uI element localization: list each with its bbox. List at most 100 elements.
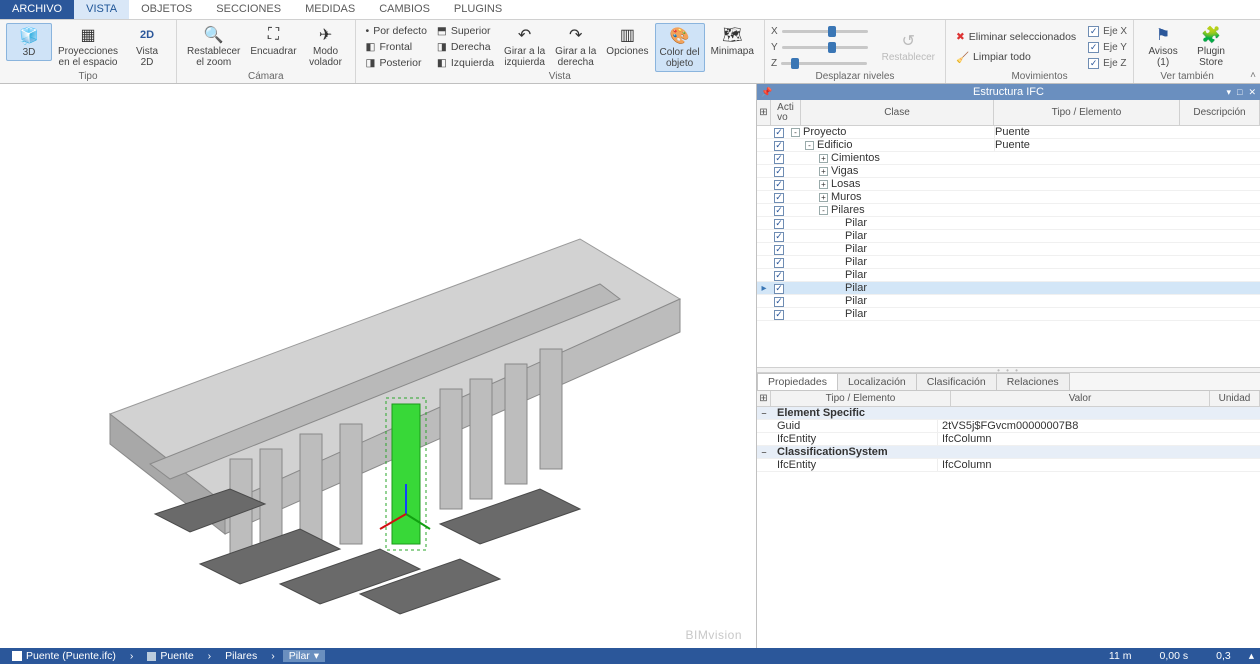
panel-max-icon[interactable]: □ [1237, 87, 1242, 98]
btn-color-objeto[interactable]: 🎨 Color del objeto [655, 23, 705, 72]
prop-expander[interactable]: – [757, 408, 771, 418]
row-active-checkbox[interactable]: ✓ [771, 308, 787, 320]
tree-row-5[interactable]: ✓+Muros [757, 191, 1260, 204]
btn-avisos[interactable]: ⚑ Avisos (1) [1140, 23, 1186, 70]
pin-icon[interactable]: 📌 [761, 87, 772, 98]
pth-valor[interactable]: Valor [951, 391, 1210, 406]
tree-row-12[interactable]: ▸✓Pilar [757, 282, 1260, 295]
btn-encuadrar[interactable]: ⛶ Encuadrar [246, 23, 300, 59]
tree-row-4[interactable]: ✓+Losas [757, 178, 1260, 191]
btn-por-defecto[interactable]: •Por defecto [362, 23, 431, 39]
tree-row-3[interactable]: ✓+Vigas [757, 165, 1260, 178]
expander-icon[interactable]: - [805, 141, 814, 150]
btn-proyecciones[interactable]: ▦ Proyecciones en el espacio [54, 23, 122, 70]
btn-superior[interactable]: ⬒Superior [433, 23, 498, 39]
expander-icon[interactable]: + [819, 193, 828, 202]
expander-icon[interactable]: + [819, 180, 828, 189]
tree-row-0[interactable]: ✓-ProyectoPuente [757, 126, 1260, 139]
row-active-checkbox[interactable]: ✓ [771, 152, 787, 164]
ribbon-collapse-icon[interactable]: ˄ [1250, 70, 1256, 81]
menu-tab-cambios[interactable]: CAMBIOS [367, 0, 442, 19]
expander-icon[interactable]: + [819, 154, 828, 163]
row-active-checkbox[interactable]: ✓ [771, 282, 787, 294]
tree-row-11[interactable]: ✓Pilar [757, 269, 1260, 282]
th-corner[interactable]: ⊞ [757, 100, 771, 125]
btn-modo-volador[interactable]: ✈ Modo volador [303, 23, 349, 70]
menu-tab-medidas[interactable]: MEDIDAS [293, 0, 367, 19]
ptab-propiedades[interactable]: Propiedades [757, 373, 838, 390]
chk-ejex[interactable]: ✓ [1088, 26, 1099, 37]
row-active-checkbox[interactable]: ✓ [771, 204, 787, 216]
th-tipo[interactable]: Tipo / Elemento [994, 100, 1180, 125]
btn-derecha[interactable]: ◨Derecha [433, 39, 498, 55]
btn-vista-2d[interactable]: 2D Vista 2D [124, 23, 170, 70]
expander-icon[interactable]: - [791, 128, 800, 137]
btn-girar-izquierda[interactable]: ↶ Girar a la izquierda [500, 23, 549, 70]
crumb-pilar[interactable]: Pilar ▾ [283, 650, 325, 662]
tree-row-8[interactable]: ✓Pilar [757, 230, 1260, 243]
btn-opciones[interactable]: ▥ Opciones [602, 23, 652, 59]
ptab-relaciones[interactable]: Relaciones [996, 373, 1070, 390]
btn-izquierda[interactable]: ◧Izquierda [433, 55, 498, 71]
ptab-localizacion[interactable]: Localización [837, 373, 917, 390]
tree-row-10[interactable]: ✓Pilar [757, 256, 1260, 269]
status-file[interactable]: Puente (Puente.ifc) [6, 650, 122, 662]
btn-frontal[interactable]: ◧Frontal [362, 39, 431, 55]
row-active-checkbox[interactable]: ✓ [771, 165, 787, 177]
prop-row-1[interactable]: Guid2tVS5j$FGvcm00000007B8 [757, 420, 1260, 433]
tree-row-7[interactable]: ✓Pilar [757, 217, 1260, 230]
row-active-checkbox[interactable]: ✓ [771, 295, 787, 307]
pth-tipo[interactable]: Tipo / Elemento [771, 391, 951, 406]
btn-limpiar-todo[interactable]: 🧹Limpiar todo [952, 49, 1080, 65]
panel-min-icon[interactable]: ▾ [1226, 87, 1231, 98]
tree-row-2[interactable]: ✓+Cimientos [757, 152, 1260, 165]
viewport-3d[interactable]: BIMvision [0, 84, 756, 648]
th-activo[interactable]: Acti vo [771, 100, 801, 125]
expander-icon[interactable]: + [819, 167, 828, 176]
tree-row-6[interactable]: ✓-Pilares [757, 204, 1260, 217]
pth-unidad[interactable]: Unidad [1210, 391, 1260, 406]
tree-row-1[interactable]: ✓-EdificioPuente [757, 139, 1260, 152]
menu-tab-archivo[interactable]: ARCHIVO [0, 0, 74, 19]
prop-row-3[interactable]: –ClassificationSystem [757, 446, 1260, 459]
th-clase[interactable]: Clase [801, 100, 994, 125]
pth-corner[interactable]: ⊞ [757, 391, 771, 406]
chk-ejey[interactable]: ✓ [1088, 42, 1099, 53]
btn-plugin-store[interactable]: 🧩 Plugin Store [1188, 23, 1234, 70]
tree-row-9[interactable]: ✓Pilar [757, 243, 1260, 256]
menu-tab-vista[interactable]: VISTA [74, 0, 129, 19]
btn-minimapa[interactable]: 🗺 Minimapa [707, 23, 758, 59]
row-active-checkbox[interactable]: ✓ [771, 230, 787, 242]
th-desc[interactable]: Descripción [1180, 100, 1260, 125]
slider-z-thumb[interactable] [791, 58, 799, 69]
menu-tab-objetos[interactable]: OBJETOS [129, 0, 204, 19]
prop-expander[interactable]: – [757, 447, 771, 457]
tree-row-13[interactable]: ✓Pilar [757, 295, 1260, 308]
slider-x[interactable] [782, 30, 868, 33]
row-active-checkbox[interactable]: ✓ [771, 178, 787, 190]
crumb-pilares[interactable]: Pilares [219, 650, 263, 662]
btn-girar-derecha[interactable]: ↷ Girar a la derecha [551, 23, 600, 70]
chk-ejez[interactable]: ✓ [1088, 58, 1099, 69]
menu-tab-plugins[interactable]: PLUGINS [442, 0, 514, 19]
row-active-checkbox[interactable]: ✓ [771, 256, 787, 268]
panel-close-icon[interactable]: ✕ [1248, 87, 1256, 98]
row-active-checkbox[interactable]: ✓ [771, 243, 787, 255]
tree-row-14[interactable]: ✓Pilar [757, 308, 1260, 321]
prop-row-4[interactable]: IfcEntityIfcColumn [757, 459, 1260, 472]
row-active-checkbox[interactable]: ✓ [771, 191, 787, 203]
crumb-puente[interactable]: Puente [141, 650, 199, 662]
expander-icon[interactable]: - [819, 206, 828, 215]
slider-z[interactable] [781, 62, 867, 65]
structure-tree[interactable]: ✓-ProyectoPuente✓-EdificioPuente✓+Cimien… [757, 126, 1260, 367]
slider-y[interactable] [782, 46, 868, 49]
prop-row-2[interactable]: IfcEntityIfcColumn [757, 433, 1260, 446]
row-active-checkbox[interactable]: ✓ [771, 139, 787, 151]
ptab-clasificacion[interactable]: Clasificación [916, 373, 997, 390]
prop-row-0[interactable]: –Element Specific [757, 407, 1260, 420]
row-active-checkbox[interactable]: ✓ [771, 126, 787, 138]
slider-x-thumb[interactable] [828, 26, 836, 37]
status-dropdown-icon[interactable]: ▴ [1249, 650, 1254, 662]
properties-grid[interactable]: –Element SpecificGuid2tVS5j$FGvcm0000000… [757, 407, 1260, 648]
row-active-checkbox[interactable]: ✓ [771, 217, 787, 229]
